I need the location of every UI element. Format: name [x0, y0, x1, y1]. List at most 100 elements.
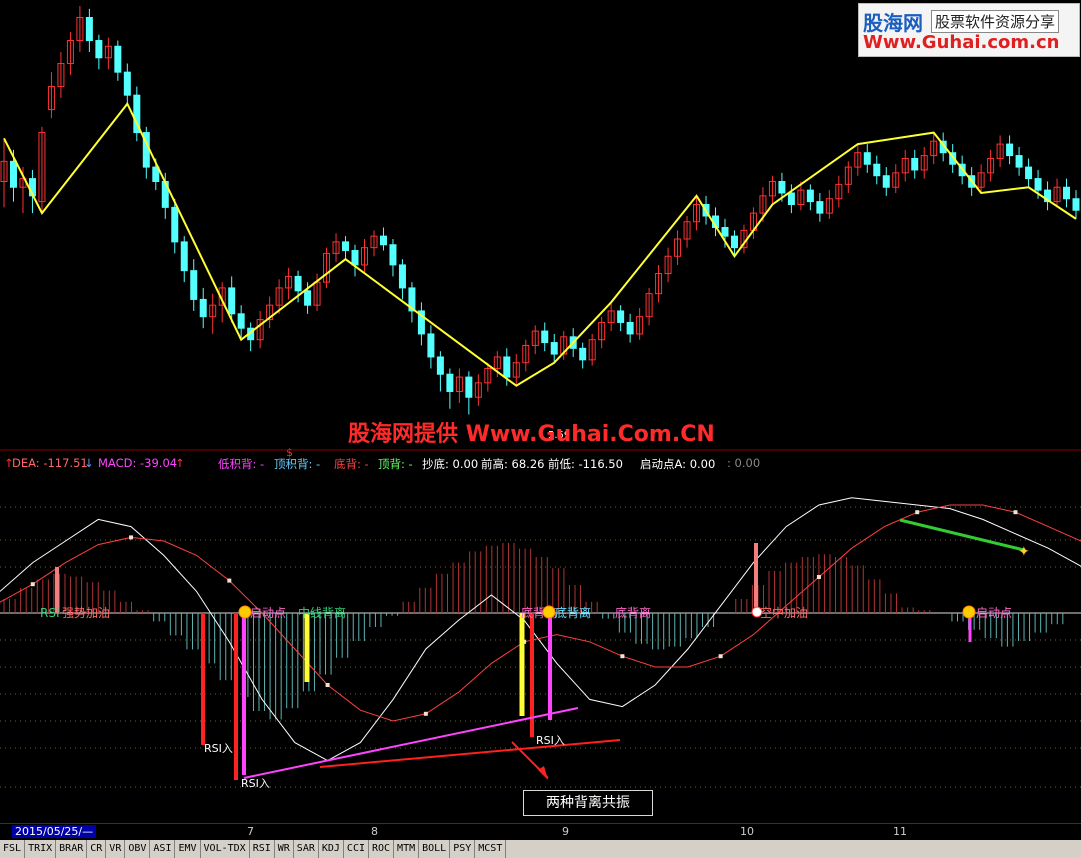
date-axis-start[interactable]: 2015/05/25/—	[12, 825, 97, 838]
up-arrow-icon: ↑	[175, 456, 185, 470]
extra-readout: : 0.00	[727, 456, 761, 470]
candle-body	[730, 235, 738, 249]
tab-psy[interactable]: PSY	[450, 840, 476, 858]
candle-body	[190, 270, 198, 300]
candle-body	[446, 373, 454, 392]
signal-label: RSI	[40, 606, 60, 620]
tab-trix[interactable]: TRIX	[25, 840, 57, 858]
candle-body	[1034, 178, 1042, 191]
signal-label: 中线背离	[298, 605, 346, 620]
tab-kdj[interactable]: KDJ	[319, 840, 344, 858]
rsi-entry-label: RSI入	[536, 734, 565, 747]
signal-smiley-icon	[542, 605, 556, 619]
top-stack-readout: 顶积背: -	[274, 457, 321, 471]
dea-marker	[423, 711, 428, 716]
candle-body	[873, 163, 881, 177]
stock-chart[interactable]: 5.59$ RSI 强势加油 启动点 中线背离 底背离底背离 底背离 空中加油 启动点✦RSI…	[0, 0, 1081, 823]
rsi-entry-label: RSI入	[204, 742, 233, 755]
signal-label: 强势加油	[62, 606, 110, 620]
candle-body	[379, 235, 387, 246]
tab-fsl[interactable]: FSL	[0, 840, 26, 858]
price-panel: 5.59$	[0, 6, 1080, 459]
trend-line	[899, 518, 1025, 552]
tab-cr[interactable]: CR	[87, 840, 107, 858]
signal-label: 启动点	[976, 606, 1012, 620]
date-axis: 2015/05/25/— 7 8 9 10 11	[0, 823, 1081, 840]
signal-smiley-icon	[962, 605, 976, 619]
tab-boll[interactable]: BOLL	[419, 840, 451, 858]
date-tick: 8	[371, 825, 378, 838]
signal-label: 空中加油	[760, 605, 808, 620]
tab-vol-tdx[interactable]: VOL-TDX	[201, 840, 250, 858]
tab-rsi[interactable]: RSI	[250, 840, 275, 858]
candle-body	[351, 250, 359, 266]
date-tick: 11	[893, 825, 907, 838]
bottom-divergence-readout: 底背: -	[334, 457, 369, 471]
candle-body	[436, 356, 444, 375]
candle-body	[237, 313, 245, 329]
candle-body	[1015, 155, 1023, 168]
dea-marker	[129, 535, 134, 540]
candle-body	[1072, 198, 1080, 211]
tab-vr[interactable]: VR	[106, 840, 126, 858]
candle-body	[806, 189, 814, 203]
candle-body	[465, 376, 473, 398]
candle-body	[721, 227, 729, 237]
candle-body	[294, 275, 302, 292]
candle-body	[816, 201, 824, 214]
low-stack-readout: 低积背: -	[218, 457, 265, 471]
candle-body	[427, 333, 435, 358]
tab-obv[interactable]: OBV	[125, 840, 151, 858]
candle-body	[171, 206, 179, 243]
candle-body	[199, 298, 207, 318]
candle-body	[550, 342, 558, 355]
tab-roc[interactable]: ROC	[369, 840, 395, 858]
dea-marker	[718, 654, 723, 659]
indicator-readout-bar: ↑ DEA: -117.51 ↓ MACD: -39.04 ↑ 低积背: - 顶…	[0, 456, 1081, 472]
dea-marker	[620, 654, 625, 659]
tab-asi[interactable]: ASI	[150, 840, 176, 858]
candle-body	[778, 180, 786, 194]
tab-emv[interactable]: EMV	[175, 840, 201, 858]
candle-body	[1025, 166, 1033, 180]
candle-body	[389, 244, 397, 266]
candle-body	[579, 347, 587, 361]
candle-body	[911, 157, 919, 171]
tab-sar[interactable]: SAR	[294, 840, 319, 858]
dea-marker	[325, 683, 330, 687]
tab-mtm[interactable]: MTM	[394, 840, 420, 858]
candle-body	[342, 241, 350, 252]
signal-smiley-icon	[238, 605, 252, 619]
candle-body	[1006, 143, 1014, 157]
dea-marker	[227, 578, 232, 583]
signal-dot-icon	[751, 606, 763, 618]
rsi-entry-label: RSI入	[241, 777, 270, 790]
dea-marker	[30, 582, 35, 587]
logo-tagline: 股票软件资源分享	[931, 10, 1060, 33]
tab-cci[interactable]: CCI	[344, 840, 369, 858]
tab-brar[interactable]: BRAR	[56, 840, 88, 858]
candle-body	[9, 160, 17, 188]
date-tick: 7	[247, 825, 254, 838]
qiangao-readout: 前高: 68.26	[481, 457, 545, 471]
chaodi-readout: 抄底: 0.00	[422, 457, 479, 471]
candle-body	[114, 45, 122, 73]
tab-mcst[interactable]: MCST	[475, 840, 507, 858]
candle-body	[617, 310, 625, 323]
tab-wr[interactable]: WR	[275, 840, 294, 858]
signal-label: 底背离	[555, 605, 591, 620]
dea-readout: DEA: -117.51	[12, 456, 88, 470]
guhai-logo[interactable]: 股海网 股票软件资源分享 Www.Guhai.com.cn	[858, 3, 1080, 57]
down-arrow-icon: ↓	[84, 456, 94, 470]
signal-label: 启动点	[250, 606, 286, 620]
date-tick: 9	[562, 825, 569, 838]
candle-body	[123, 71, 131, 96]
signal-label: 底背离	[615, 605, 651, 620]
dea-marker	[816, 575, 821, 579]
resonance-note-box: 两种背离共振	[523, 790, 653, 816]
logo-url: Www.Guhai.com.cn	[863, 32, 1060, 53]
indicator-tab-bar: FSL TRIX BRAR CR VR OBV ASI EMV VOL-TDX RSI WR SAR K…	[0, 840, 1081, 858]
runner-icon: ✦	[1018, 544, 1030, 560]
qidong-readout: 启动点A: 0.00	[640, 457, 716, 471]
candle-body	[180, 241, 188, 272]
